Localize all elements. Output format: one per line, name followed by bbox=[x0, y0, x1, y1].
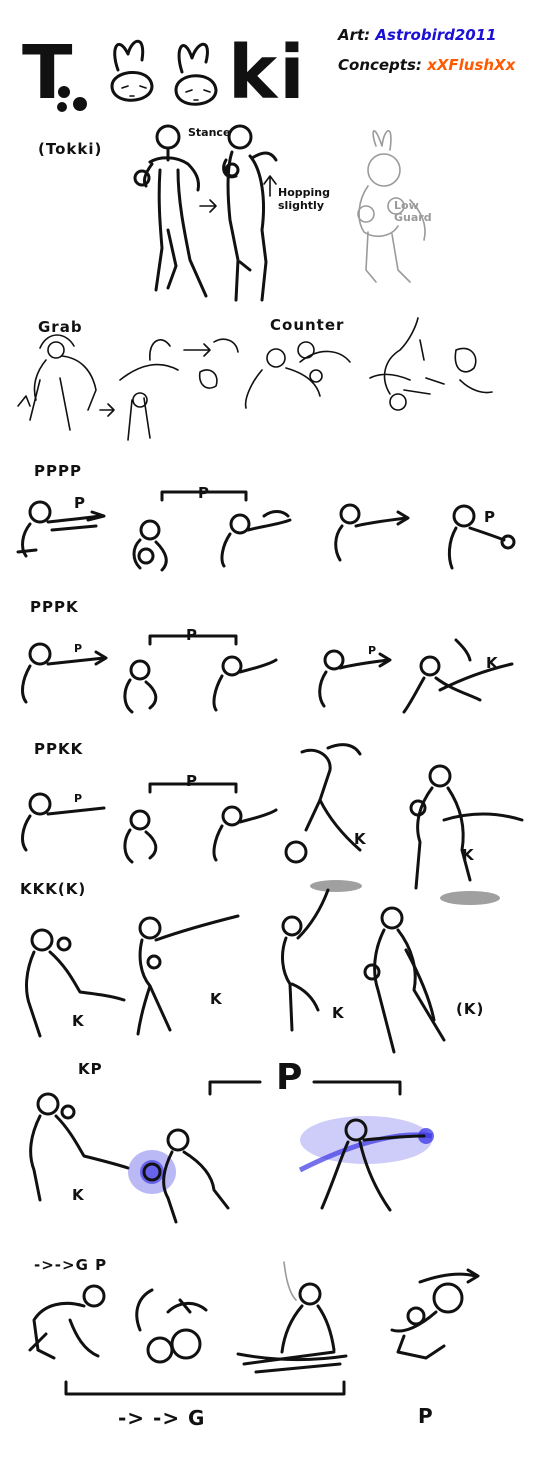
grab-sketch-2 bbox=[99, 338, 239, 441]
pppk-mark-2: P bbox=[368, 644, 377, 657]
pppp-mark-2: P bbox=[484, 508, 496, 526]
art-label: Art: bbox=[338, 26, 371, 44]
art-credit: Art: Astrobird2011 bbox=[338, 26, 497, 44]
ppkk-mark-1: P bbox=[74, 792, 83, 805]
grab-sketch-1 bbox=[17, 334, 97, 431]
pppp-frame-1 bbox=[16, 500, 106, 558]
concepts-value: xXFlushXx bbox=[427, 56, 516, 74]
ppkk-frame-2 bbox=[123, 809, 158, 864]
kkkk-frame-2 bbox=[136, 914, 240, 1036]
ffgp-frame-3 bbox=[236, 1261, 348, 1374]
stance-figure-front bbox=[133, 124, 208, 298]
subtitle: (Tokki) bbox=[38, 140, 103, 158]
ffgp-frame-2 bbox=[135, 1288, 208, 1364]
ppkk-smudges bbox=[310, 880, 500, 905]
move-label-ffgp: ->->G P bbox=[34, 1256, 108, 1274]
kkkk-mark-3: K bbox=[332, 1004, 345, 1022]
ppkk-frame-3 bbox=[212, 805, 278, 862]
counter-sketch-1 bbox=[244, 341, 351, 409]
ffgp-bracket bbox=[64, 1380, 346, 1396]
ppkk-frame-1 bbox=[21, 792, 106, 852]
kkkk-mark-1: K bbox=[72, 1012, 85, 1030]
move-label-counter: Counter bbox=[270, 316, 345, 334]
ffgp-frame-4 bbox=[390, 1268, 480, 1360]
pppk-frame-5 bbox=[402, 638, 514, 714]
pppp-frame-4 bbox=[334, 503, 410, 562]
stance-label: Stance bbox=[188, 126, 231, 139]
move-label-grab: Grab bbox=[38, 318, 83, 336]
kkkk-frame-4 bbox=[363, 906, 446, 1054]
counter-sketch-2 bbox=[369, 317, 493, 411]
kp-bracket-label: P bbox=[276, 1057, 305, 1098]
ppkk-bracket-label: P bbox=[186, 772, 198, 790]
pppk-frame-4 bbox=[318, 649, 392, 708]
ffgp-bottom-label: -> -> G bbox=[118, 1406, 206, 1430]
kp-frame-1 bbox=[29, 1092, 130, 1202]
sketch-canvas bbox=[16, 39, 524, 1396]
ppkk-mark-2: K bbox=[354, 830, 367, 848]
kkkk-mark-2: K bbox=[210, 990, 223, 1008]
move-label-pppp: PPPP bbox=[34, 462, 82, 480]
move-label-kp: KP bbox=[78, 1060, 103, 1078]
move-label-ppkk: PPKK bbox=[34, 740, 84, 758]
stance-figure-side bbox=[222, 124, 278, 302]
hop-note: Hopping slightly bbox=[278, 186, 330, 212]
ffgp-end-label: P bbox=[418, 1404, 434, 1428]
kkkk-frame-3 bbox=[281, 888, 330, 1032]
pppk-mark-3: K bbox=[486, 654, 499, 672]
pppp-mark-1: P bbox=[74, 494, 86, 512]
title-dots bbox=[57, 86, 87, 112]
kp-mark-1: K bbox=[72, 1186, 85, 1204]
pppp-frame-5 bbox=[447, 504, 516, 570]
bunny-head-2 bbox=[174, 42, 218, 106]
pppp-frame-3 bbox=[220, 510, 292, 568]
move-label-pppk: PPPK bbox=[30, 598, 79, 616]
pppp-frame-2 bbox=[132, 519, 168, 572]
pppk-frame-2 bbox=[123, 659, 158, 714]
kkkk-mark-4: (K) bbox=[456, 1000, 485, 1018]
ffgp-frame-1 bbox=[28, 1284, 106, 1360]
pppk-mark-1: P bbox=[74, 642, 83, 655]
pppk-frame-1 bbox=[21, 642, 108, 704]
ppkk-mark-3: K bbox=[462, 846, 475, 864]
art-value: Astrobird2011 bbox=[375, 26, 497, 44]
bunny-head-1 bbox=[110, 39, 154, 102]
ppkk-frame-5 bbox=[409, 764, 524, 890]
low-guard-note: Low Guard bbox=[394, 199, 432, 224]
pppp-bracket-label: P bbox=[198, 484, 210, 502]
kp-bracket bbox=[208, 1080, 402, 1096]
pppk-frame-3 bbox=[212, 655, 278, 712]
concepts-label: Concepts: bbox=[338, 56, 422, 74]
concepts-credit: Concepts: xXFlushXx bbox=[338, 56, 515, 74]
pppk-bracket-label: P bbox=[186, 626, 198, 644]
move-label-kkkk: KKK(K) bbox=[20, 880, 87, 898]
ppkk-frame-4 bbox=[284, 743, 362, 864]
